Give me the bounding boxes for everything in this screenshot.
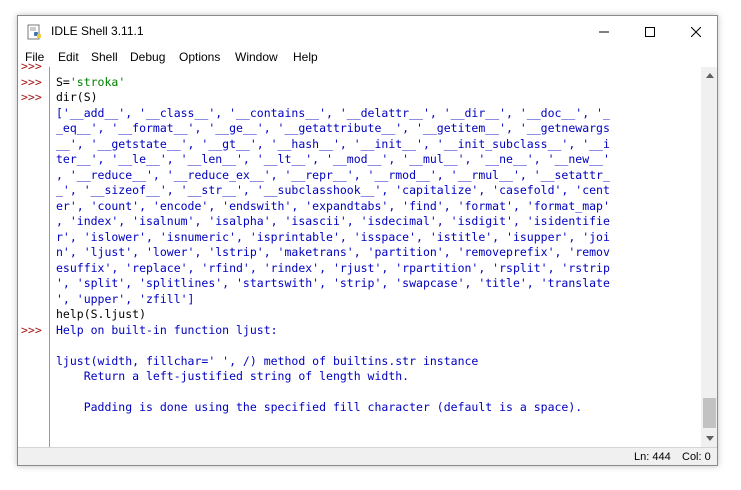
output-line: er', 'count', 'encode', 'endswith', 'exp… bbox=[56, 198, 610, 213]
input-line: S='stroka' bbox=[56, 75, 125, 91]
arrow-up-icon bbox=[705, 73, 714, 78]
menu-bar: File Edit Shell Debug Options Window Hel… bbox=[18, 47, 717, 67]
maximize-button[interactable] bbox=[627, 16, 673, 47]
menu-options[interactable]: Options bbox=[179, 50, 220, 64]
menu-debug[interactable]: Debug bbox=[130, 50, 165, 64]
output-line: , '__reduce__', '__reduce_ex__', '__repr… bbox=[56, 167, 610, 182]
output-line: ', 'split', 'splitlines', 'startswith', … bbox=[56, 276, 610, 290]
status-bar: Ln: 444 Col: 0 bbox=[18, 447, 717, 465]
minimize-icon bbox=[599, 31, 609, 32]
python-idle-icon bbox=[27, 24, 41, 40]
arrow-down-icon bbox=[705, 436, 714, 441]
input-line: dir(S) bbox=[56, 90, 98, 104]
scrollbar-thumb[interactable] bbox=[703, 398, 716, 428]
prompt-gutter: >>> >>> >>> >>> bbox=[18, 59, 50, 447]
output-line: __', '__getstate__', '__gt__', '__hash__… bbox=[56, 136, 610, 151]
output-line: ['__add__', '__class__', '__contains__',… bbox=[56, 105, 610, 120]
output-line: , 'index', 'isalnum', 'isalpha', 'isasci… bbox=[56, 214, 610, 228]
window-title: IDLE Shell 3.11.1 bbox=[51, 24, 144, 38]
minimize-button[interactable] bbox=[581, 16, 627, 47]
code-token: S= bbox=[56, 74, 70, 89]
output-line: n', 'ljust', 'lower', 'lstrip', 'maketra… bbox=[56, 245, 610, 259]
close-icon bbox=[691, 26, 701, 37]
output-line: r', 'islower', 'isnumeric', 'isprintable… bbox=[56, 229, 610, 244]
output-line: Help on built-in function ljust: bbox=[56, 322, 278, 337]
shell-prompt: >>> bbox=[21, 59, 42, 73]
menu-edit[interactable]: Edit bbox=[58, 50, 79, 64]
output-line: ', 'upper', 'zfill'] bbox=[56, 291, 195, 306]
vertical-scrollbar[interactable] bbox=[701, 67, 717, 447]
shell-prompt: >>> bbox=[21, 322, 42, 337]
status-column-number: Col: 0 bbox=[682, 451, 711, 463]
shell-prompt: >>> bbox=[21, 74, 42, 89]
shell-prompt: >>> bbox=[21, 90, 42, 104]
idle-shell-window: IDLE Shell 3.11.1 File Edit Shell Debug … bbox=[17, 15, 718, 466]
output-line: ljust(width, fillchar=' ', /) method of … bbox=[56, 353, 479, 368]
output-line: Return a left-justified string of length… bbox=[56, 369, 410, 383]
close-button[interactable] bbox=[673, 16, 717, 47]
maximize-icon bbox=[645, 26, 655, 37]
scroll-up-button[interactable] bbox=[701, 67, 717, 84]
menu-shell[interactable]: Shell bbox=[91, 50, 118, 64]
output-line: _eq__', '__format__', '__ge__', '__getat… bbox=[56, 121, 610, 135]
scroll-down-button[interactable] bbox=[701, 430, 717, 447]
menu-help[interactable]: Help bbox=[293, 50, 318, 64]
title-bar[interactable]: IDLE Shell 3.11.1 bbox=[18, 16, 717, 47]
menu-window[interactable]: Window bbox=[235, 50, 278, 64]
input-line: help(S.ljust) bbox=[56, 307, 147, 321]
output-line: Padding is done using the specified fill… bbox=[56, 400, 583, 414]
shell-area: >>> >>> >>> >>> S='stroka' dir(S) ['__add__',… bbox=[18, 59, 717, 447]
output-line: _', '__sizeof__', '__str__', '__subclass… bbox=[56, 183, 610, 197]
shell-text[interactable]: S='stroka' dir(S) ['__add__', '__class__',… bbox=[56, 67, 696, 447]
string-literal: 'stroka' bbox=[69, 74, 126, 89]
output-line: ter__', '__le__', '__len__', '__lt__', '… bbox=[56, 152, 610, 166]
status-line-number: Ln: 444 bbox=[634, 451, 671, 463]
output-line: esuffix', 'replace', 'rfind', 'rindex', … bbox=[56, 260, 610, 275]
